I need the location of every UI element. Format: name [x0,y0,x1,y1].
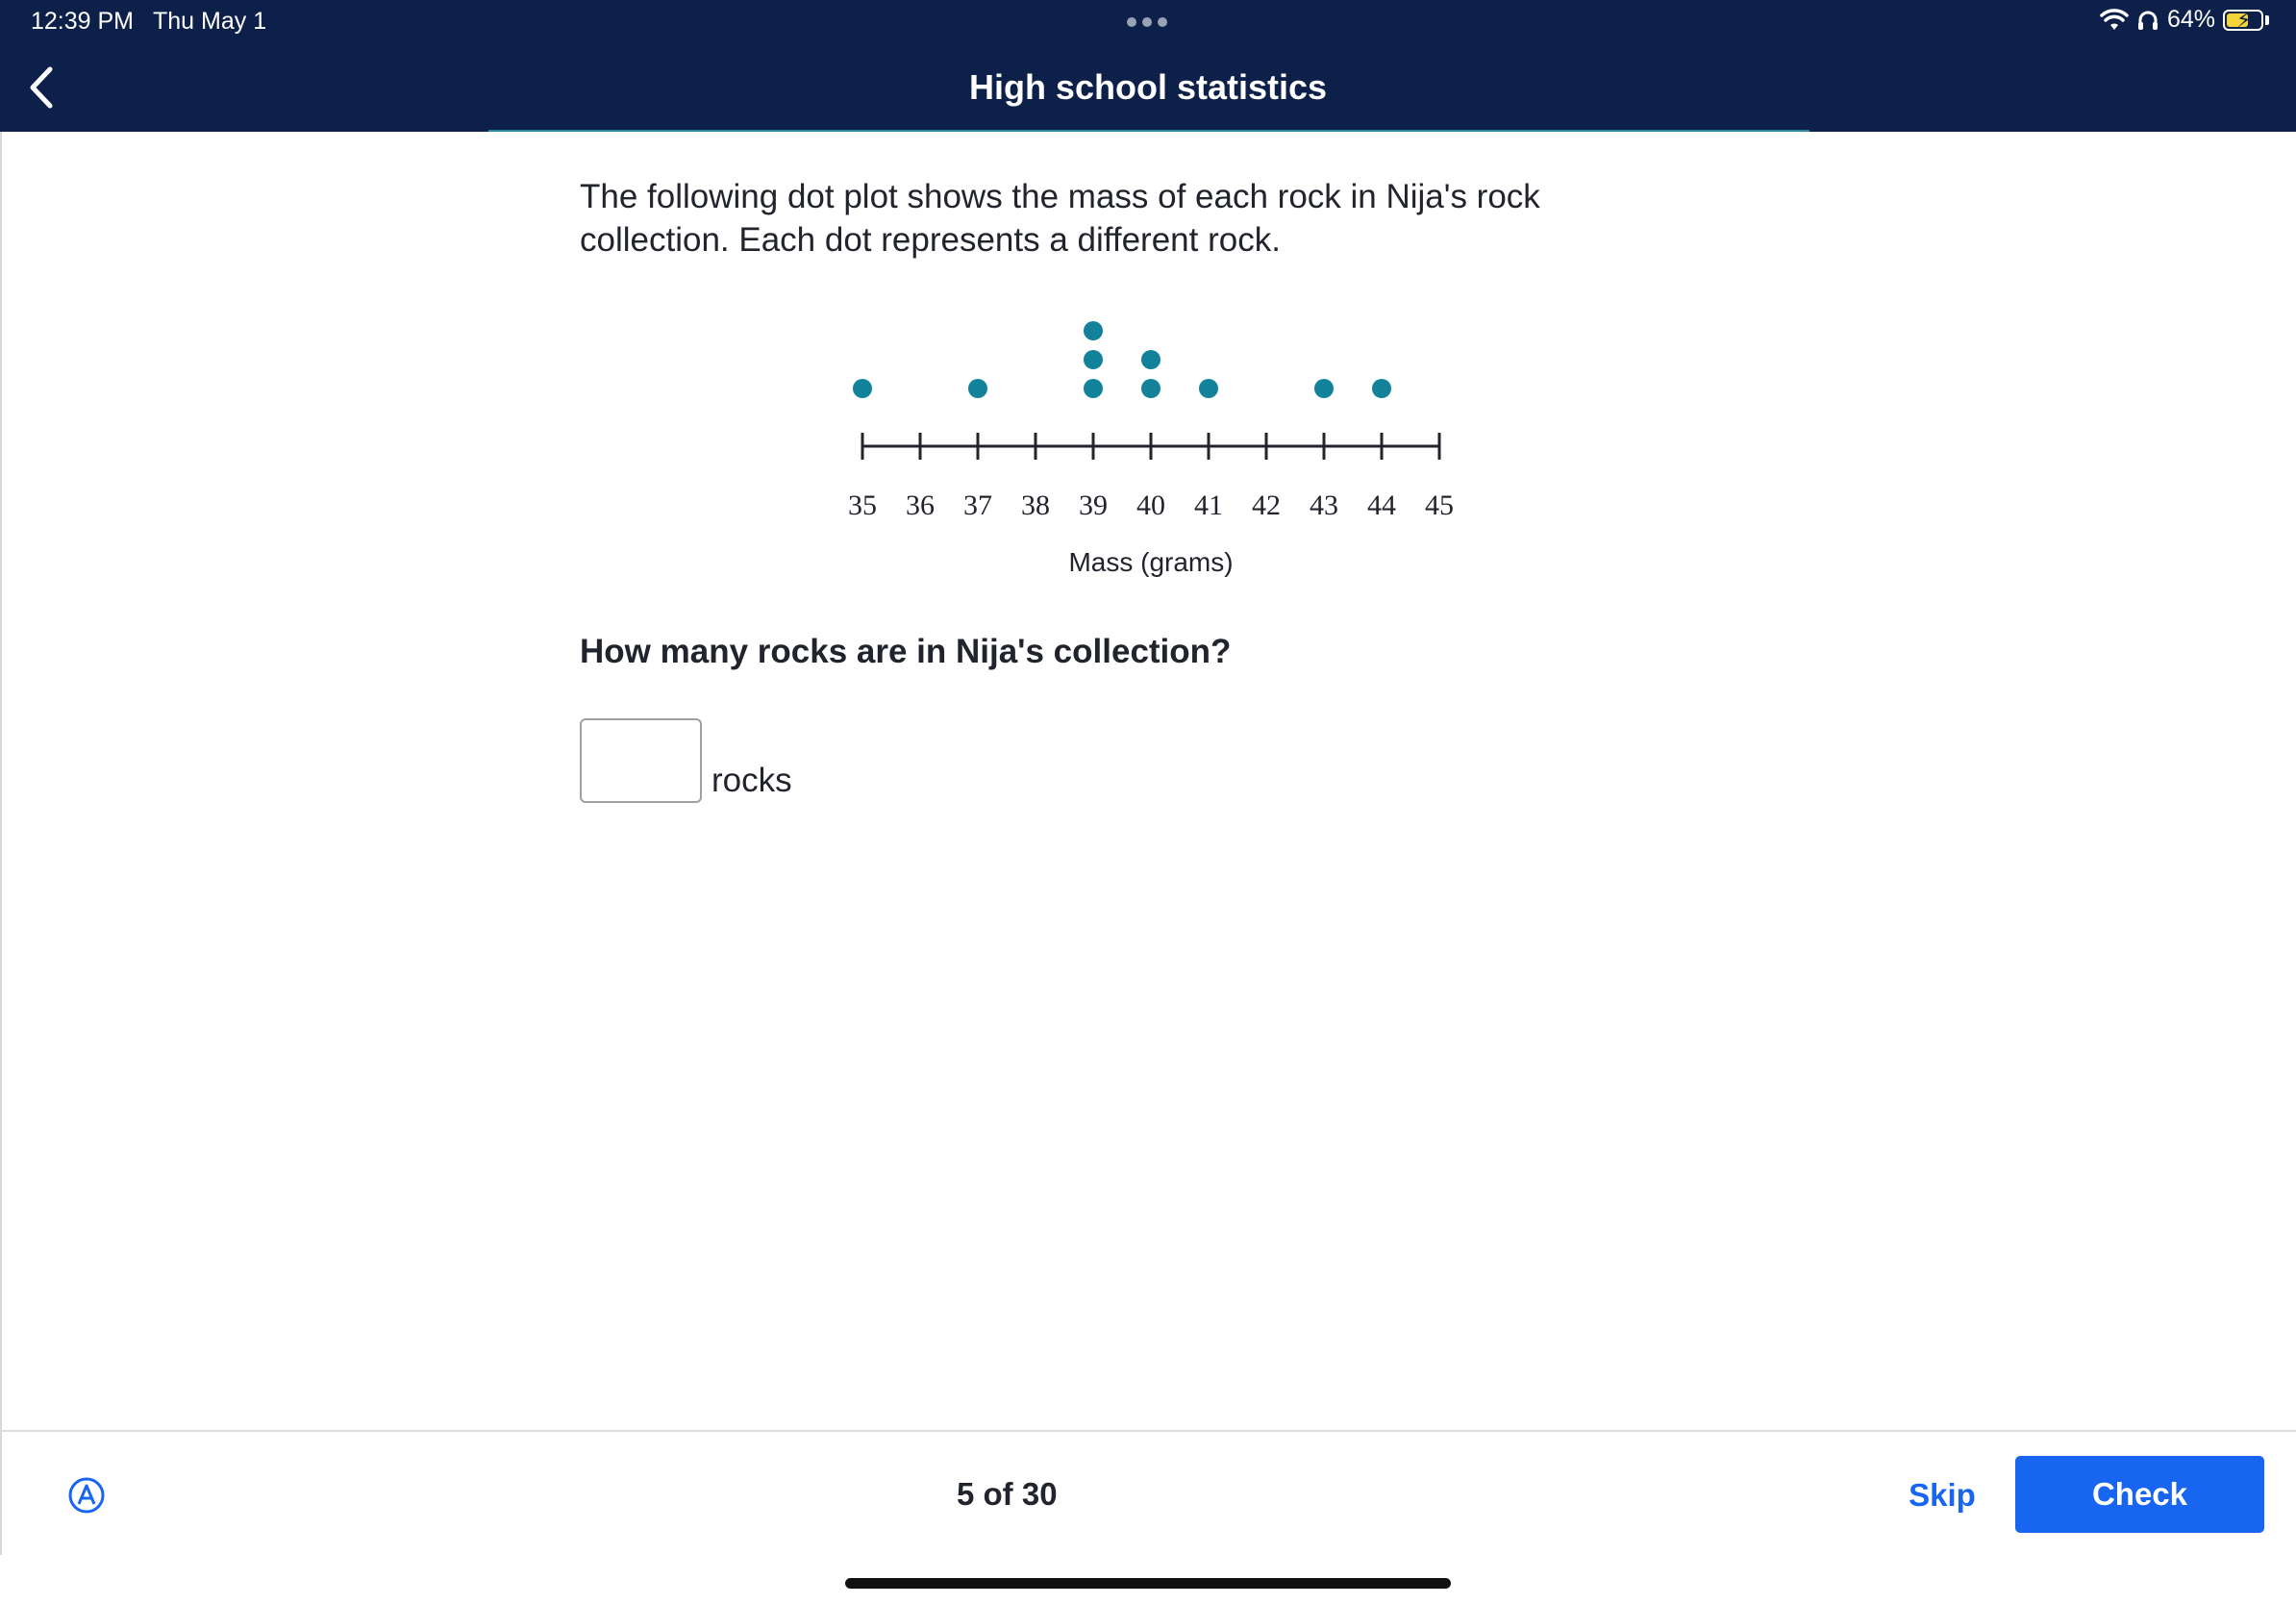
tick-label: 43 [1310,489,1338,521]
tick-label: 41 [1194,489,1223,521]
check-button[interactable]: Check [2015,1456,2264,1533]
tick-label: 40 [1136,489,1165,521]
tick-label: 42 [1252,489,1281,521]
battery-charging-icon: ⚡ [2223,8,2263,32]
circled-a-icon [68,1477,105,1514]
status-date: Thu May 1 [153,8,267,35]
exercise-prompt: The following dot plot shows the mass of… [580,178,1540,259]
multitasking-dots-icon[interactable] [1127,17,1167,27]
data-dot [853,379,872,398]
data-dot [1141,379,1160,398]
top-bar: 12:39 PM Thu May 1 64% ⚡ High school sta… [0,0,2296,132]
tick-label: 37 [963,489,992,521]
wifi-icon [2100,8,2129,30]
home-indicator[interactable] [845,1578,1451,1589]
data-dot [1372,379,1391,398]
header-divider [488,130,1809,132]
accessibility-button[interactable] [67,1476,106,1515]
tick-label: 45 [1425,489,1454,521]
footer-divider [0,1430,2296,1432]
data-dot [1084,321,1103,340]
tick-label: 38 [1021,489,1050,521]
page-title: High school statistics [968,67,1328,107]
x-axis-label: Mass (grams) [1068,547,1233,577]
status-time: 12:39 PM [31,8,135,35]
dot-plot: 35 36 37 38 39 40 41 42 43 44 45 Mass (grams) [848,321,1454,577]
data-dot [1084,350,1103,369]
data-dot [1084,379,1103,398]
headphones-icon [2137,11,2158,30]
tick-label: 39 [1079,489,1108,521]
tick-label: 35 [848,489,877,521]
tick-label: 36 [906,489,935,521]
data-dot [968,379,987,398]
data-dot [1141,350,1160,369]
battery-percent: 64% [2166,6,2215,33]
progress-indicator: 5 of 30 [957,1476,1058,1512]
tick-label: 44 [1367,489,1396,521]
answer-unit-label: rocks [711,762,792,799]
answer-input[interactable] [580,718,702,803]
exercise-question: How many rocks are in Nija's collection? [580,633,1232,670]
data-dot [1199,379,1218,398]
status-indicators: 64% ⚡ [2100,6,2269,34]
content-border [0,132,2,1555]
data-dot [1314,379,1334,398]
skip-button[interactable]: Skip [1894,1457,1990,1534]
